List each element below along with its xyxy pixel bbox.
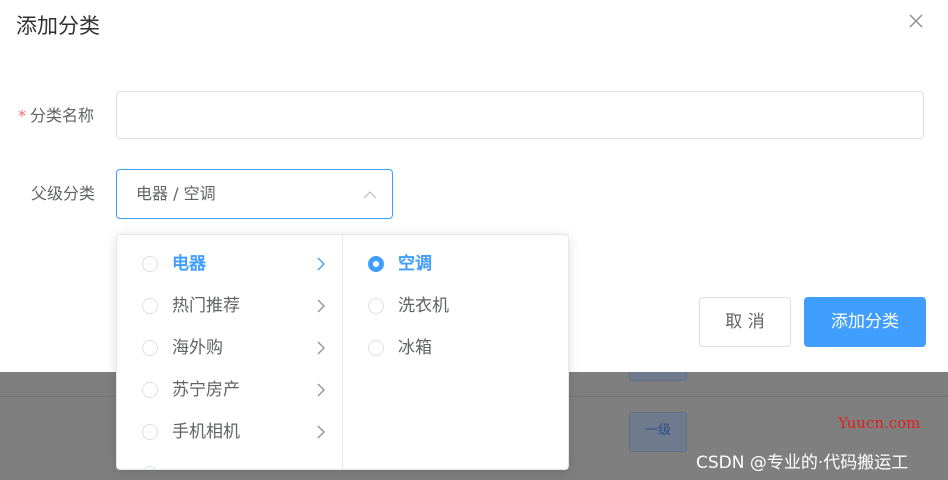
cascader-option[interactable]: 电器 <box>117 243 342 285</box>
chevron-right-icon <box>317 341 325 355</box>
cascader-option[interactable]: 洗衣机 <box>343 285 568 327</box>
required-mark: * <box>18 106 26 125</box>
option-radio-checked[interactable] <box>368 256 384 272</box>
chevron-right-icon <box>317 383 325 397</box>
option-radio[interactable] <box>142 424 158 440</box>
add-category-button[interactable]: 添加分类 <box>804 297 926 347</box>
background-level-tag: 一级 <box>629 412 687 452</box>
dialog-title: 添加分类 <box>16 14 100 38</box>
parent-category-label: 父级分类 <box>31 184 96 203</box>
cascader-dropdown: 电器 热门推荐 海外购 苏宁房产 手机相机 空调 洗衣机 冰箱 <box>116 234 569 470</box>
category-name-label: * 分类名称 <box>18 104 94 128</box>
chevron-up-icon <box>363 191 377 199</box>
cascader-option[interactable]: 手机相机 <box>117 411 342 453</box>
cascader-option[interactable]: 海外购 <box>117 327 342 369</box>
category-name-input[interactable] <box>116 91 924 139</box>
option-label: 苏宁房产 <box>172 380 240 400</box>
option-label: 空调 <box>398 254 432 274</box>
option-radio[interactable] <box>142 298 158 314</box>
close-icon[interactable] <box>905 10 927 32</box>
option-radio[interactable] <box>368 298 384 314</box>
cascader-menu-level1: 电器 热门推荐 海外购 苏宁房产 手机相机 <box>117 235 343 469</box>
cascader-menu-level2: 空调 洗衣机 冰箱 <box>343 235 568 469</box>
site-watermark: Yuucn.com <box>838 414 921 432</box>
option-label: 海外购 <box>172 338 223 358</box>
csdn-watermark: CSDN @专业的·代码搬运工 <box>696 453 909 473</box>
cascader-option-partial[interactable] <box>117 453 342 469</box>
option-label: 手机相机 <box>172 422 240 442</box>
category-name-label-text: 分类名称 <box>30 106 95 125</box>
chevron-right-icon <box>317 257 325 271</box>
option-radio[interactable] <box>142 466 158 469</box>
cascader-option[interactable]: 冰箱 <box>343 327 568 369</box>
chevron-right-icon <box>317 299 325 313</box>
option-radio[interactable] <box>142 382 158 398</box>
option-label: 冰箱 <box>398 338 432 358</box>
cascader-option[interactable]: 苏宁房产 <box>117 369 342 411</box>
option-label: 洗衣机 <box>398 296 449 316</box>
cancel-button[interactable]: 取 消 <box>699 297 791 347</box>
cascader-option[interactable]: 空调 <box>343 243 568 285</box>
cascader-option[interactable]: 热门推荐 <box>117 285 342 327</box>
option-label: 电器 <box>172 254 206 274</box>
parent-category-cascader[interactable]: 电器 / 空调 <box>116 169 393 219</box>
option-radio[interactable] <box>368 340 384 356</box>
chevron-right-icon <box>317 425 325 439</box>
option-radio[interactable] <box>142 256 158 272</box>
option-radio[interactable] <box>142 340 158 356</box>
cascader-selected-value: 电器 / 空调 <box>136 184 216 203</box>
option-label: 热门推荐 <box>172 296 240 316</box>
